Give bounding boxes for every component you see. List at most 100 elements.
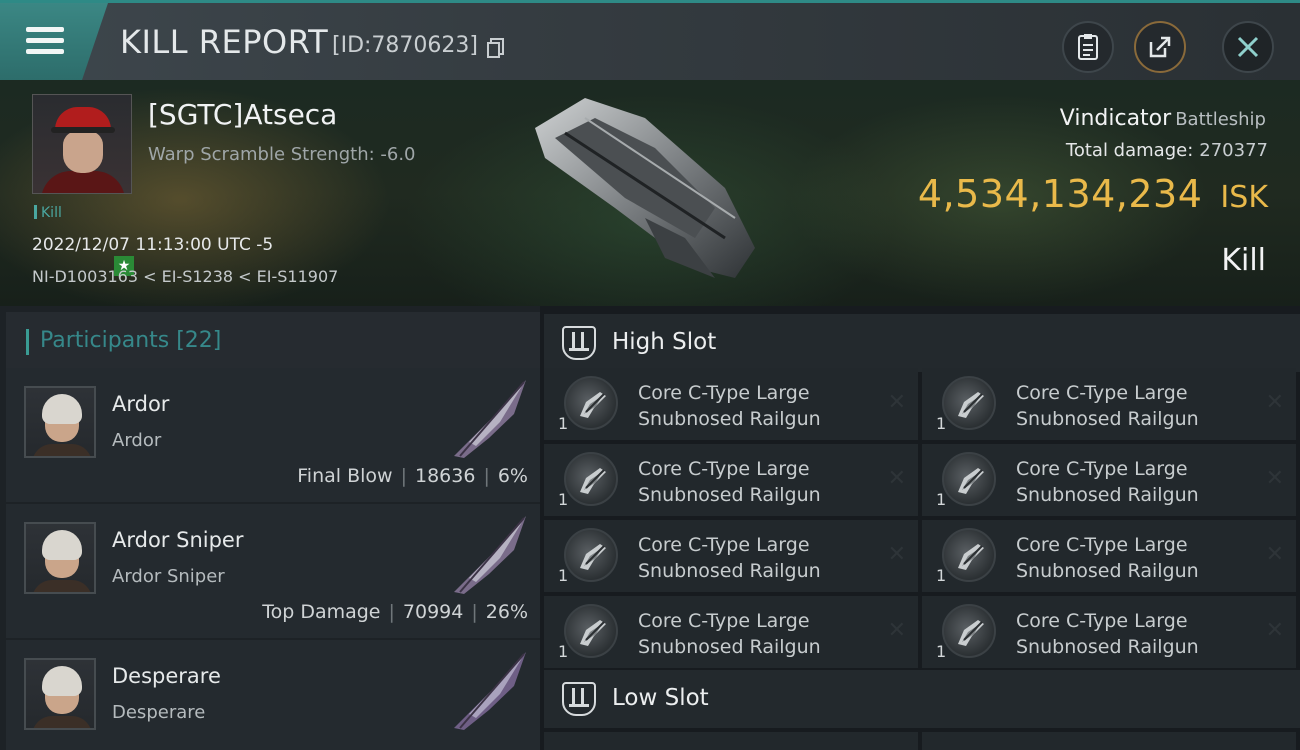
avatar: [24, 658, 96, 730]
participant-name: Ardor Sniper: [112, 528, 244, 552]
ship-type[interactable]: Vindicator Battleship: [1060, 106, 1266, 131]
participant-row[interactable]: Ardor Sniper Ardor Sniper Top Damage | 709…: [6, 504, 540, 638]
module-item[interactable]: 1 Core C-Type Large Snubnosed Railgun ✕: [922, 368, 1296, 440]
railgun-icon: [564, 604, 618, 658]
participant-role: Top Damage: [262, 601, 381, 623]
participants-panel: Participants [22] Ardor Ardor Final Blow…: [0, 306, 540, 750]
module-name-line2: Snubnosed Railgun: [638, 484, 821, 506]
participant-row[interactable]: Desperare Desperare: [6, 640, 540, 750]
module-name-line2: Snubnosed Railgun: [638, 636, 821, 658]
participant-corp: Ardor Sniper: [112, 566, 225, 587]
close-icon[interactable]: ✕: [1266, 466, 1284, 491]
module-name: Core C-Type Large Snubnosed Railgun: [1016, 380, 1246, 432]
high-slot-title: High Slot: [612, 329, 717, 355]
module-name: Core C-Type Large Snubnosed Railgun: [1016, 532, 1246, 584]
participant-damage: 70994: [402, 601, 464, 623]
warp-scramble-strength: Warp Scramble Strength: -6.0: [148, 144, 416, 165]
module-item[interactable]: 1 Core C-Type Large Snubnosed Railgun ✕: [544, 520, 918, 592]
participant-corp: Desperare: [112, 702, 206, 723]
victim-ship-image: [535, 98, 755, 278]
module-name-line1: Core C-Type Large: [638, 610, 810, 632]
total-damage-label: Total damage:: [1065, 140, 1194, 161]
participant-percent: 26%: [485, 601, 528, 623]
module-item[interactable]: 1 Core C-Type Large Snubnosed Railgun ✕: [922, 520, 1296, 592]
participant-role: Final Blow: [297, 465, 393, 487]
close-icon[interactable]: ✕: [888, 618, 906, 643]
module-name-line1: Core C-Type Large: [1016, 534, 1188, 556]
kill-tag: Kill: [34, 205, 62, 221]
module-name: Core C-Type Large Snubnosed Railgun: [638, 456, 868, 508]
module-name-line2: Snubnosed Railgun: [1016, 408, 1199, 430]
module-item[interactable]: 1 Core C-Type Large Snubnosed Railgun ✕: [544, 368, 918, 440]
low-slot-module[interactable]: [544, 732, 918, 750]
high-slot-header[interactable]: High Slot: [544, 314, 1300, 372]
ship-name: Vindicator: [1059, 106, 1172, 131]
close-icon[interactable]: ✕: [888, 542, 906, 567]
close-icon[interactable]: ✕: [888, 466, 906, 491]
victim-summary: ★ [SGTC]Atseca Warp Scramble Strength: -…: [0, 80, 1300, 306]
share-button[interactable]: [1134, 21, 1186, 73]
module-item[interactable]: 1 Core C-Type Large Snubnosed Railgun ✕: [922, 596, 1296, 668]
railgun-icon: [942, 528, 996, 582]
victim-name[interactable]: [SGTC]Atseca: [148, 98, 337, 131]
module-name: Core C-Type Large Snubnosed Railgun: [1016, 456, 1246, 508]
share-icon: [1149, 36, 1171, 58]
participant-percent: 6%: [497, 465, 528, 487]
participant-stats: Final Blow | 18636 | 6%: [297, 465, 528, 487]
module-name-line1: Core C-Type Large: [638, 458, 810, 480]
module-quantity: 1: [558, 414, 569, 433]
module-name-line1: Core C-Type Large: [638, 534, 810, 556]
participant-damage: 18636: [414, 465, 476, 487]
participant-row[interactable]: Ardor Ardor Final Blow | 18636 | 6%: [6, 368, 540, 502]
module-item[interactable]: 1 Core C-Type Large Snubnosed Railgun ✕: [922, 444, 1296, 516]
module-item[interactable]: 1 Core C-Type Large Snubnosed Railgun ✕: [544, 444, 918, 516]
slot-icon: [562, 326, 596, 360]
avatar: [24, 522, 96, 594]
module-quantity: 1: [558, 642, 569, 661]
module-name-line2: Snubnosed Railgun: [1016, 560, 1199, 582]
low-slot-header[interactable]: Low Slot: [544, 670, 1300, 728]
railgun-icon: [942, 604, 996, 658]
victim-portrait[interactable]: [32, 94, 132, 194]
kill-datetime: 2022/12/07 11:13:00 UTC -5: [32, 235, 274, 255]
low-slot-module[interactable]: [922, 732, 1296, 750]
railgun-icon: [564, 452, 618, 506]
close-icon[interactable]: ✕: [1266, 618, 1284, 643]
module-name-line2: Snubnosed Railgun: [638, 408, 821, 430]
kill-location: NI-D1003163 < EI-S1238 < EI-S11907: [32, 267, 339, 286]
fitting-panel: High Slot 1 Core C-Type Large Snubnosed Ra…: [540, 306, 1300, 750]
close-icon[interactable]: ✕: [1266, 542, 1284, 567]
participant-stats: Top Damage | 70994 | 26%: [262, 601, 528, 623]
participants-label: Participants [22]: [40, 328, 222, 353]
close-icon[interactable]: ✕: [1266, 390, 1284, 415]
module-name: Core C-Type Large Snubnosed Railgun: [1016, 608, 1246, 660]
participant-ship-image: [454, 380, 526, 458]
menu-button[interactable]: [0, 3, 108, 80]
header-bar: KILL REPORT [ID:7870623]: [0, 0, 1300, 80]
module-name-line2: Snubnosed Railgun: [638, 560, 821, 582]
module-name-line1: Core C-Type Large: [1016, 610, 1188, 632]
module-quantity: 1: [558, 566, 569, 585]
clipboard-button[interactable]: [1062, 21, 1114, 73]
close-icon[interactable]: ✕: [888, 390, 906, 415]
page-title: KILL REPORT: [120, 23, 329, 61]
participant-corp: Ardor: [112, 430, 162, 451]
hamburger-menu-icon[interactable]: [26, 27, 64, 55]
module-name: Core C-Type Large Snubnosed Railgun: [638, 380, 868, 432]
participant-ship-image: [454, 516, 526, 594]
module-name-line1: Core C-Type Large: [1016, 382, 1188, 404]
participants-header[interactable]: Participants [22]: [6, 312, 540, 370]
module-quantity: 1: [558, 490, 569, 509]
close-button[interactable]: [1222, 21, 1274, 73]
clipboard-icon: [1078, 34, 1098, 60]
railgun-icon: [942, 452, 996, 506]
railgun-icon: [942, 376, 996, 430]
copy-icon[interactable]: [487, 38, 505, 58]
participant-name: Desperare: [112, 664, 221, 688]
module-quantity: 1: [936, 566, 947, 585]
ship-class: Battleship: [1175, 109, 1266, 130]
isk-amount: 4,534,134,234: [917, 172, 1203, 216]
total-damage: Total damage: 270377: [1066, 140, 1268, 161]
module-name: Core C-Type Large Snubnosed Railgun: [638, 608, 868, 660]
module-item[interactable]: 1 Core C-Type Large Snubnosed Railgun ✕: [544, 596, 918, 668]
